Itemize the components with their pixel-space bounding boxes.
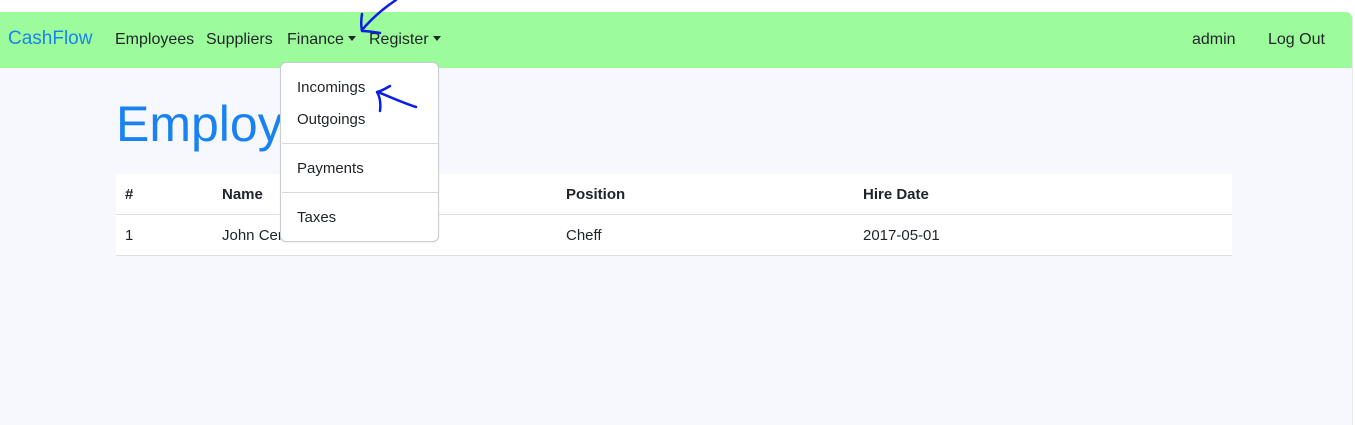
menu-item-outgoings[interactable]: Outgoings xyxy=(297,109,365,131)
nav-register-label: Register xyxy=(369,31,429,48)
nav-suppliers[interactable]: Suppliers xyxy=(206,29,273,51)
column-header: # xyxy=(125,186,134,203)
browser-viewport: CashFlow Employees Suppliers Finance Reg… xyxy=(0,12,1353,425)
finance-dropdown-menu: Incomings Outgoings Payments Taxes xyxy=(280,62,439,242)
column-header: Name xyxy=(222,186,263,203)
caret-down-icon xyxy=(432,36,441,41)
nav-finance-label: Finance xyxy=(287,31,344,48)
user-name[interactable]: admin xyxy=(1192,29,1236,51)
nav-register-dropdown[interactable]: Register xyxy=(369,29,441,51)
menu-item-taxes[interactable]: Taxes xyxy=(297,207,336,229)
table-cell: 2017-05-01 xyxy=(863,227,940,244)
logout-link[interactable]: Log Out xyxy=(1268,29,1325,51)
menu-item-incomings[interactable]: Incomings xyxy=(297,77,365,99)
nav-employees[interactable]: Employees xyxy=(115,29,194,51)
column-header: Hire Date xyxy=(863,186,929,203)
menu-divider xyxy=(282,143,438,144)
nav-finance-dropdown[interactable]: Finance xyxy=(287,29,356,51)
table-cell: Cheff xyxy=(566,227,602,244)
column-header: Position xyxy=(566,186,626,203)
menu-item-payments[interactable]: Payments xyxy=(297,158,364,180)
top-navbar: CashFlow Employees Suppliers Finance Reg… xyxy=(0,12,1352,68)
menu-divider xyxy=(282,192,438,193)
brand-link[interactable]: CashFlow xyxy=(8,28,92,50)
caret-down-icon xyxy=(347,36,356,41)
table-cell: 1 xyxy=(125,227,134,244)
